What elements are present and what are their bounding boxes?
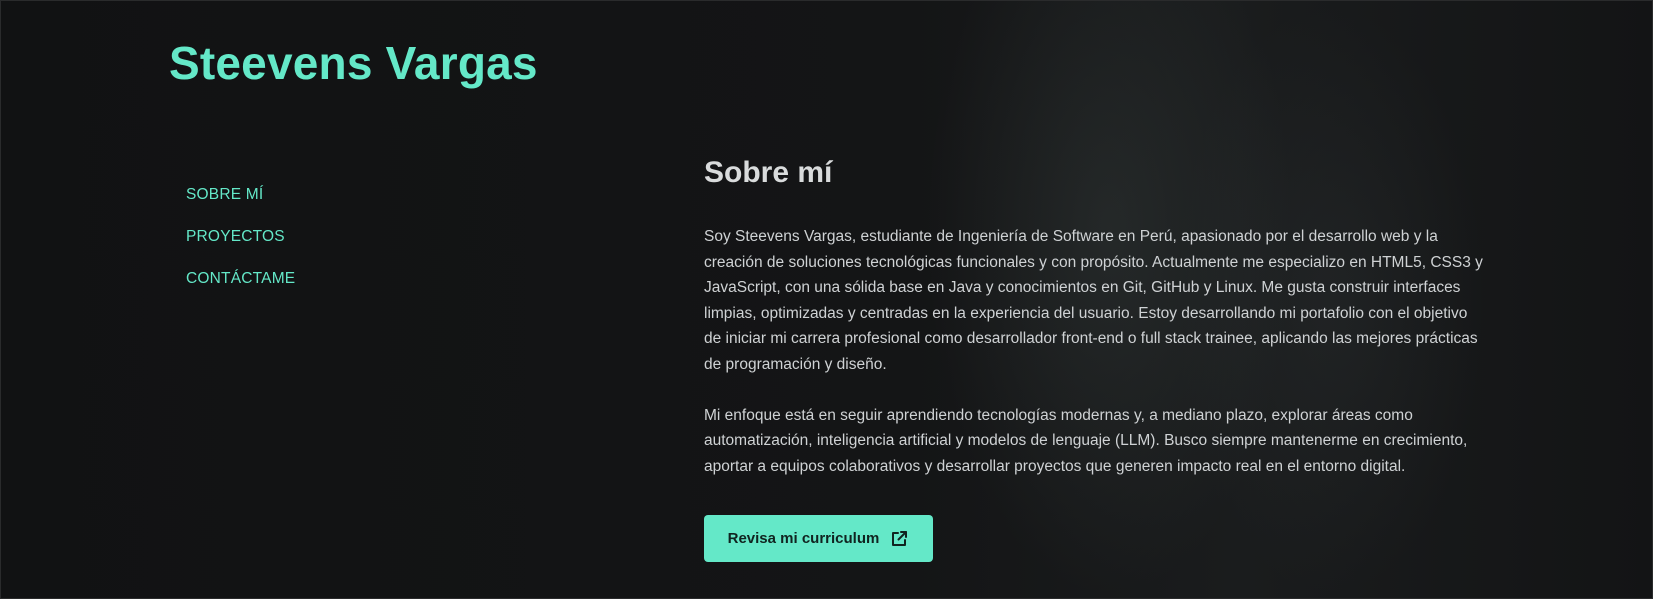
cv-button-label: Revisa mi curriculum <box>727 530 880 547</box>
nav-link-sobre-mi[interactable]: SOBRE MÍ <box>186 186 263 203</box>
about-section: Sobre mí Soy Steevens Vargas, estudiante… <box>704 156 1484 562</box>
nav-link-proyectos[interactable]: PROYECTOS <box>186 228 285 245</box>
nav-item-proyectos: PROYECTOS <box>186 228 295 270</box>
cv-button[interactable]: Revisa mi curriculum <box>704 515 933 562</box>
section-heading: Sobre mí <box>704 156 833 189</box>
site-title[interactable]: Steevens Vargas <box>169 36 538 90</box>
external-link-icon <box>889 529 909 549</box>
about-paragraph-1: Soy Steevens Vargas, estudiante de Ingen… <box>704 228 1483 373</box>
main-nav: SOBRE MÍ PROYECTOS CONTÁCTAME <box>186 186 295 312</box>
nav-item-sobre-mi: SOBRE MÍ <box>186 186 295 228</box>
nav-item-contactame: CONTÁCTAME <box>186 270 295 312</box>
nav-link-contactame[interactable]: CONTÁCTAME <box>186 270 295 287</box>
about-paragraph-2: Mi enfoque está en seguir aprendiendo te… <box>704 406 1468 475</box>
